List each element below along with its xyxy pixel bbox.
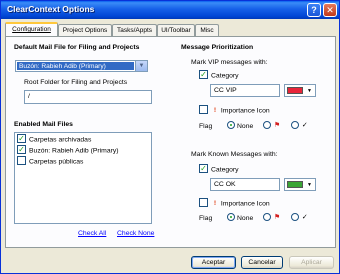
close-button[interactable]: ✕ <box>323 3 337 17</box>
vip-color-swatch <box>287 87 303 94</box>
known-flag-label: Flag <box>199 214 213 222</box>
checkbox[interactable]: ✓ <box>17 145 26 154</box>
known-category-checkbox[interactable]: ✓ Category <box>199 164 239 175</box>
list-item[interactable]: ✓ Carpetas archivadas <box>17 134 92 145</box>
known-flag-none-radio[interactable] <box>227 213 236 221</box>
accept-button[interactable]: Aceptar <box>191 256 236 269</box>
red-flag-icon: ⚑ <box>273 122 281 129</box>
tab-ui-toolbar[interactable]: UI/Toolbar <box>157 24 195 36</box>
check-none-link[interactable]: Check None <box>117 230 154 237</box>
default-mail-heading: Default Mail File for Filing and Project… <box>14 44 140 51</box>
checkbox[interactable] <box>17 156 26 165</box>
known-importance-label: Importance Icon <box>220 200 270 208</box>
help-button[interactable]: ? <box>307 3 321 17</box>
red-flag-icon: ⚑ <box>273 214 281 221</box>
checkbox[interactable]: ✓ <box>17 134 26 143</box>
chevron-down-icon[interactable]: ▼ <box>305 180 314 189</box>
vip-flag-row: Flag None ⚑ ✓ <box>199 121 309 132</box>
prioritization-heading: Message Prioritization <box>181 44 254 51</box>
tab-project-options[interactable]: Project Options <box>58 24 112 36</box>
check-icon: ✓ <box>301 122 308 129</box>
known-category-label: Category <box>211 166 239 174</box>
vip-label: Mark VIP messages with: <box>191 59 268 66</box>
checkbox[interactable]: ✓ <box>199 70 208 79</box>
apply-button[interactable]: Aplicar <box>289 256 334 269</box>
vip-flag-none-label: None <box>237 122 254 130</box>
tab-misc[interactable]: Misc <box>195 24 219 36</box>
checkbox[interactable] <box>199 198 208 207</box>
vip-category-input[interactable]: CC VIP <box>210 84 280 97</box>
mail-file-selected-value: Buzón: Rabieh Adib (Primary) <box>17 62 134 70</box>
root-folder-label: Root Folder for Filing and Projects <box>24 79 128 86</box>
list-item-label: Buzón: Rabieh Adib (Primary) <box>29 147 119 155</box>
vip-importance-label: Importance Icon <box>220 107 270 115</box>
vip-color-picker[interactable]: ▼ <box>284 84 316 97</box>
vip-flag-label: Flag <box>199 122 213 130</box>
check-icon: ✓ <box>301 214 308 221</box>
checkbox[interactable] <box>199 105 208 114</box>
vip-category-label: Category <box>211 72 239 80</box>
known-label: Mark Known Messages with: <box>191 151 278 158</box>
check-all-link[interactable]: Check All <box>78 230 106 237</box>
known-flag-red-radio[interactable] <box>263 213 272 221</box>
checkbox[interactable]: ✓ <box>199 164 208 173</box>
vip-flag-none-radio[interactable] <box>227 121 236 129</box>
title-bar[interactable]: ClearContext Options ? ✕ <box>1 1 339 19</box>
known-color-picker[interactable]: ▼ <box>284 178 316 191</box>
known-color-swatch <box>287 181 303 188</box>
vip-flag-red-radio[interactable] <box>263 121 272 129</box>
vip-importance-checkbox[interactable]: ! Importance Icon <box>199 105 270 116</box>
list-item-label: Carpetas públicas <box>29 158 84 166</box>
chevron-down-icon[interactable]: ▼ <box>135 61 147 71</box>
importance-icon: ! <box>213 200 217 208</box>
enabled-mail-list[interactable]: ✓ Carpetas archivadas ✓ Buzón: Rabieh Adib… <box>14 132 152 224</box>
list-item[interactable]: Carpetas públicas <box>17 156 84 167</box>
window-title: ClearContext Options <box>7 4 95 14</box>
list-item[interactable]: ✓ Buzón: Rabieh Adib (Primary) <box>17 145 119 156</box>
mail-file-select[interactable]: Buzón: Rabieh Adib (Primary) ▼ <box>15 60 148 72</box>
vip-category-checkbox[interactable]: ✓ Category <box>199 70 239 81</box>
importance-icon: ! <box>213 107 217 115</box>
tab-configuration[interactable]: Configuration <box>5 22 58 36</box>
known-importance-checkbox[interactable]: ! Importance Icon <box>199 198 270 209</box>
cancel-button[interactable]: Cancelar <box>241 256 283 269</box>
known-flag-complete-radio[interactable] <box>290 213 299 221</box>
chevron-down-icon[interactable]: ▼ <box>305 86 314 95</box>
configuration-panel: Default Mail File for Filing and Project… <box>5 36 336 248</box>
options-dialog: ClearContext Options ? ✕ Configuration P… <box>0 0 340 274</box>
known-flag-none-label: None <box>237 214 254 222</box>
tab-tasks-appts[interactable]: Tasks/Appts <box>112 24 157 36</box>
list-item-label: Carpetas archivadas <box>29 136 92 144</box>
known-category-input[interactable]: CC OK <box>210 178 280 191</box>
root-folder-input[interactable]: / <box>24 90 152 104</box>
enabled-mail-heading: Enabled Mail Files <box>14 121 73 128</box>
vip-flag-complete-radio[interactable] <box>290 121 299 129</box>
known-flag-row: Flag None ⚑ ✓ <box>199 213 309 224</box>
